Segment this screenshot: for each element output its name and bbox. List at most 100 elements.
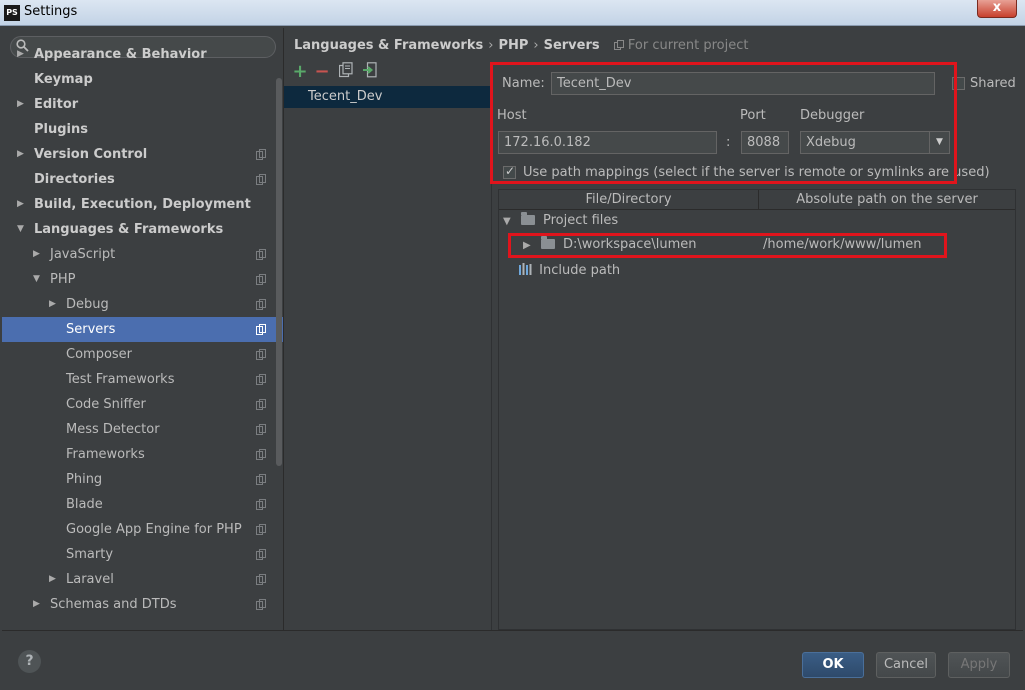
project-scope-label: For current project: [613, 38, 748, 53]
sidebar-item-label: Smarty: [66, 547, 114, 562]
server-item[interactable]: Tecent_Dev: [284, 86, 491, 108]
sidebar-item[interactable]: ▼ Languages & Frameworks: [2, 217, 283, 242]
host-port-colon: :: [726, 135, 731, 150]
sidebar-item-label: Schemas and DTDs: [50, 597, 177, 612]
port-input[interactable]: 8088: [741, 131, 789, 154]
window-title: Settings: [24, 4, 78, 19]
sidebar-item[interactable]: Test Frameworks: [2, 367, 283, 392]
sidebar-item-label: Mess Detector: [66, 422, 160, 437]
sidebar-item[interactable]: Google App Engine for PHP: [2, 517, 283, 542]
project-scope-icon: [256, 324, 266, 335]
sidebar-item[interactable]: ▶ Build, Execution, Deployment: [2, 192, 283, 217]
apply-button[interactable]: Apply: [948, 652, 1010, 678]
sidebar-item-label: Frameworks: [66, 447, 145, 462]
sidebar-scrollbar[interactable]: [276, 78, 282, 466]
tree-row-project-files[interactable]: ▼ Project files: [503, 209, 618, 233]
path-mappings-checkbox[interactable]: [503, 164, 516, 179]
project-scope-icon: [256, 349, 266, 360]
sidebar-item[interactable]: Keymap: [2, 67, 283, 92]
sidebar-item[interactable]: Directories: [2, 167, 283, 192]
sidebar-item[interactable]: ▶ Debug: [2, 292, 283, 317]
expanded-arrow-icon: ▼: [503, 216, 511, 227]
ok-button[interactable]: OK: [802, 652, 864, 678]
sidebar-item[interactable]: ▼ PHP: [2, 267, 283, 292]
collapsed-arrow-icon[interactable]: ▶: [17, 142, 24, 167]
project-scope-icon: [256, 574, 266, 585]
sidebar-item-label: Languages & Frameworks: [34, 222, 224, 237]
sidebar-item[interactable]: ▶ JavaScript: [2, 242, 283, 267]
sidebar-item-label: Plugins: [34, 122, 88, 137]
window-close-button[interactable]: x: [977, 0, 1017, 18]
sidebar-item-label: Editor: [34, 97, 79, 112]
project-files-label: Project files: [542, 213, 619, 228]
port-label: Port: [740, 108, 766, 123]
dropdown-arrow-icon: ▼: [929, 132, 949, 153]
remove-server-button[interactable]: −: [312, 62, 332, 82]
path-mappings-label: Use path mappings (select if the server …: [523, 165, 990, 180]
sidebar-item[interactable]: ▶ Editor: [2, 92, 283, 117]
help-button[interactable]: ?: [18, 650, 41, 673]
project-scope-icon: [256, 549, 266, 560]
name-input[interactable]: Tecent_Dev: [551, 72, 935, 95]
host-label: Host: [497, 108, 527, 123]
sidebar-item-label: Servers: [66, 322, 116, 337]
sidebar-item[interactable]: Code Sniffer: [2, 392, 283, 417]
window-title-bar: PS Settings x: [0, 0, 1025, 26]
sidebar-item[interactable]: Blade: [2, 492, 283, 517]
sidebar-item[interactable]: Servers: [2, 317, 283, 342]
sidebar-item-label: Laravel: [66, 572, 114, 587]
expanded-arrow-icon[interactable]: ▼: [17, 217, 24, 242]
sidebar-item[interactable]: Plugins: [2, 117, 283, 142]
sidebar-item[interactable]: ▶ Appearance & Behavior: [2, 42, 283, 67]
collapsed-arrow-icon[interactable]: ▶: [17, 192, 24, 217]
tree-row-lumen[interactable]: ▶ D:\workspace\lumen /home/work/www/lume…: [523, 233, 963, 257]
breadcrumb-item: Servers: [543, 38, 600, 53]
folder-icon: [520, 212, 535, 225]
local-path: D:\workspace\lumen: [562, 237, 697, 252]
add-server-button[interactable]: +: [290, 62, 310, 82]
column-header-file[interactable]: File/Directory: [499, 190, 758, 210]
collapsed-arrow-icon[interactable]: ▶: [17, 42, 24, 67]
sidebar-item-label: PHP: [50, 272, 76, 287]
project-scope-icon: [256, 524, 266, 535]
sidebar-item[interactable]: Phing: [2, 467, 283, 492]
sidebar-item[interactable]: Composer: [2, 342, 283, 367]
dialog-footer: ? OK Cancel Apply: [2, 630, 1023, 688]
project-scope-icon: [256, 299, 266, 310]
sidebar-item-label: Directories: [34, 172, 115, 187]
cancel-button[interactable]: Cancel: [876, 652, 936, 678]
collapsed-arrow-icon[interactable]: ▶: [33, 592, 40, 617]
collapsed-arrow-icon[interactable]: ▶: [17, 92, 24, 117]
project-scope-icon: [256, 449, 266, 460]
servers-list: Tecent_Dev: [284, 84, 492, 630]
host-input[interactable]: 172.16.0.182: [498, 131, 717, 154]
project-scope-icon: [256, 499, 266, 510]
sidebar-item[interactable]: Smarty: [2, 542, 283, 567]
name-label: Name:: [502, 76, 545, 91]
import-server-button[interactable]: [360, 62, 380, 82]
sidebar-item-label: Build, Execution, Deployment: [34, 197, 251, 212]
expanded-arrow-icon[interactable]: ▼: [33, 267, 40, 292]
tree-row-include-path[interactable]: Include path: [519, 259, 620, 283]
breadcrumb-separator: ›: [533, 38, 539, 53]
debugger-select[interactable]: Xdebug ▼: [800, 131, 950, 154]
collapsed-arrow-icon[interactable]: ▶: [49, 292, 56, 317]
breadcrumb-item: Languages & Frameworks: [294, 38, 484, 53]
sidebar-item[interactable]: Mess Detector: [2, 417, 283, 442]
collapsed-arrow-icon[interactable]: ▶: [33, 242, 40, 267]
column-header-server-path[interactable]: Absolute path on the server: [759, 190, 1015, 210]
sidebar-item[interactable]: Frameworks: [2, 442, 283, 467]
project-scope-icon: [256, 474, 266, 485]
server-path[interactable]: /home/work/www/lumen: [763, 233, 921, 257]
sidebar-item[interactable]: ▶ Laravel: [2, 567, 283, 592]
sidebar-item-label: Debug: [66, 297, 109, 312]
sidebar-item-label: Composer: [66, 347, 133, 362]
sidebar-item[interactable]: ▶ Schemas and DTDs: [2, 592, 283, 617]
copy-server-button[interactable]: [336, 62, 356, 82]
shared-checkbox[interactable]: [952, 77, 965, 90]
copy-icon: [338, 62, 353, 78]
project-scope-icon: [256, 424, 266, 435]
path-mappings-table: File/Directory Absolute path on the serv…: [498, 189, 1016, 630]
collapsed-arrow-icon[interactable]: ▶: [49, 567, 56, 592]
sidebar-item[interactable]: ▶ Version Control: [2, 142, 283, 167]
